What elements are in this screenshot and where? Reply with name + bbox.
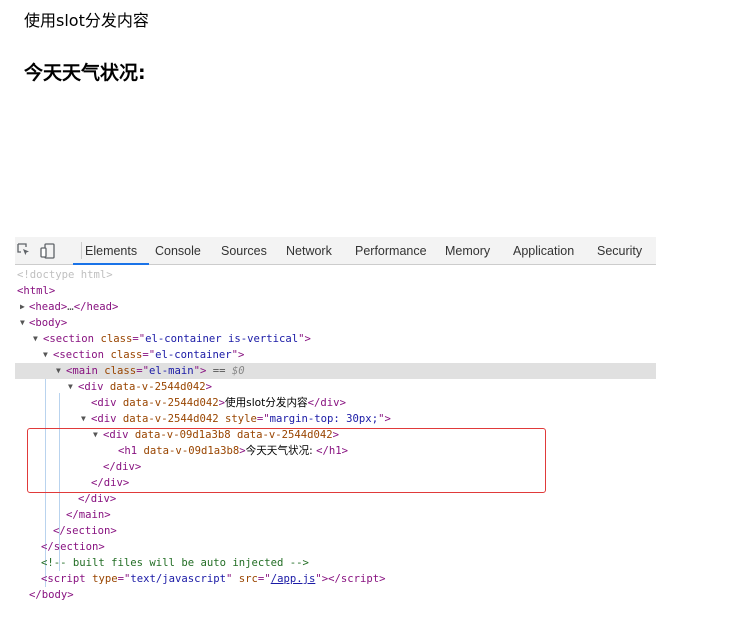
tab-performance[interactable]: Performance — [355, 244, 427, 258]
device-toolbar-icon[interactable] — [40, 243, 55, 259]
devtools-panel: Elements Console Sources Network Perform… — [15, 237, 656, 608]
inspect-element-icon[interactable] — [17, 243, 31, 257]
script-src-link[interactable]: /app.js — [271, 573, 316, 585]
dom-node-section-inner-close[interactable]: </section> — [15, 523, 656, 539]
toolbar-separator — [81, 242, 82, 259]
devtools-toolbar: Elements Console Sources Network Perform… — [15, 237, 656, 265]
tab-application[interactable]: Application — [513, 244, 574, 258]
dom-node-div-parent[interactable]: ▼ <div data-v-2544d042> — [15, 379, 656, 395]
dom-tree: <!doctype html> <html> ▶ <head>…</head> … — [15, 267, 656, 603]
dom-node-div-text[interactable]: <div data-v-2544d042>使用slot分发内容</div> — [15, 395, 656, 411]
tab-elements[interactable]: Elements — [72, 244, 150, 265]
tab-network[interactable]: Network — [286, 244, 332, 258]
collapse-arrow-icon[interactable]: ▼ — [56, 363, 64, 379]
dom-node-div-styled[interactable]: ▼ <div data-v-2544d042 style="margin-top… — [15, 411, 656, 427]
page-paragraph: 使用slot分发内容 — [24, 11, 149, 30]
dom-node-main-close[interactable]: </main> — [15, 507, 656, 523]
dom-node-body[interactable]: ▼ <body> — [15, 315, 656, 331]
collapse-arrow-icon[interactable]: ▼ — [68, 379, 76, 395]
page-heading: 今天天气状况: — [24, 62, 146, 84]
dom-node-script[interactable]: <script type="text/javascript" src="/app… — [15, 571, 656, 587]
tab-sources[interactable]: Sources — [221, 244, 267, 258]
collapse-arrow-icon[interactable]: ▼ — [20, 315, 28, 331]
tab-security[interactable]: Security — [597, 244, 642, 258]
dom-node-div-parent-close[interactable]: </div> — [15, 491, 656, 507]
dom-node-head[interactable]: ▶ <head>…</head> — [15, 299, 656, 315]
collapse-arrow-icon[interactable]: ▼ — [81, 411, 89, 427]
dom-node-section-outer[interactable]: ▼ <section class="el-container is-vertic… — [15, 331, 656, 347]
dom-node-body-close[interactable]: </body> — [15, 587, 656, 603]
expand-arrow-icon[interactable]: ▶ — [20, 299, 28, 315]
collapse-arrow-icon[interactable]: ▼ — [33, 331, 41, 347]
dom-node-h1[interactable]: <h1 data-v-09d1a3b8>今天天气状况: </h1> — [15, 443, 656, 459]
tab-console[interactable]: Console — [155, 244, 201, 258]
dom-node-doctype[interactable]: <!doctype html> — [15, 267, 656, 283]
dom-node-html[interactable]: <html> — [15, 283, 656, 299]
dom-node-div-child-close[interactable]: </div> — [15, 459, 656, 475]
dom-node-div-child[interactable]: ▼ <div data-v-09d1a3b8 data-v-2544d042> — [15, 427, 656, 443]
collapse-arrow-icon[interactable]: ▼ — [43, 347, 51, 363]
dom-node-section-inner[interactable]: ▼ <section class="el-container"> — [15, 347, 656, 363]
dom-node-div-styled-close[interactable]: </div> — [15, 475, 656, 491]
dom-node-main-selected[interactable]: ▼ <main class="el-main"> == $0 — [15, 363, 656, 379]
tab-memory[interactable]: Memory — [445, 244, 490, 258]
collapse-arrow-icon[interactable]: ▼ — [93, 427, 101, 443]
dom-node-comment[interactable]: <!-- built files will be auto injected -… — [15, 555, 656, 571]
dom-node-section-outer-close[interactable]: </section> — [15, 539, 656, 555]
